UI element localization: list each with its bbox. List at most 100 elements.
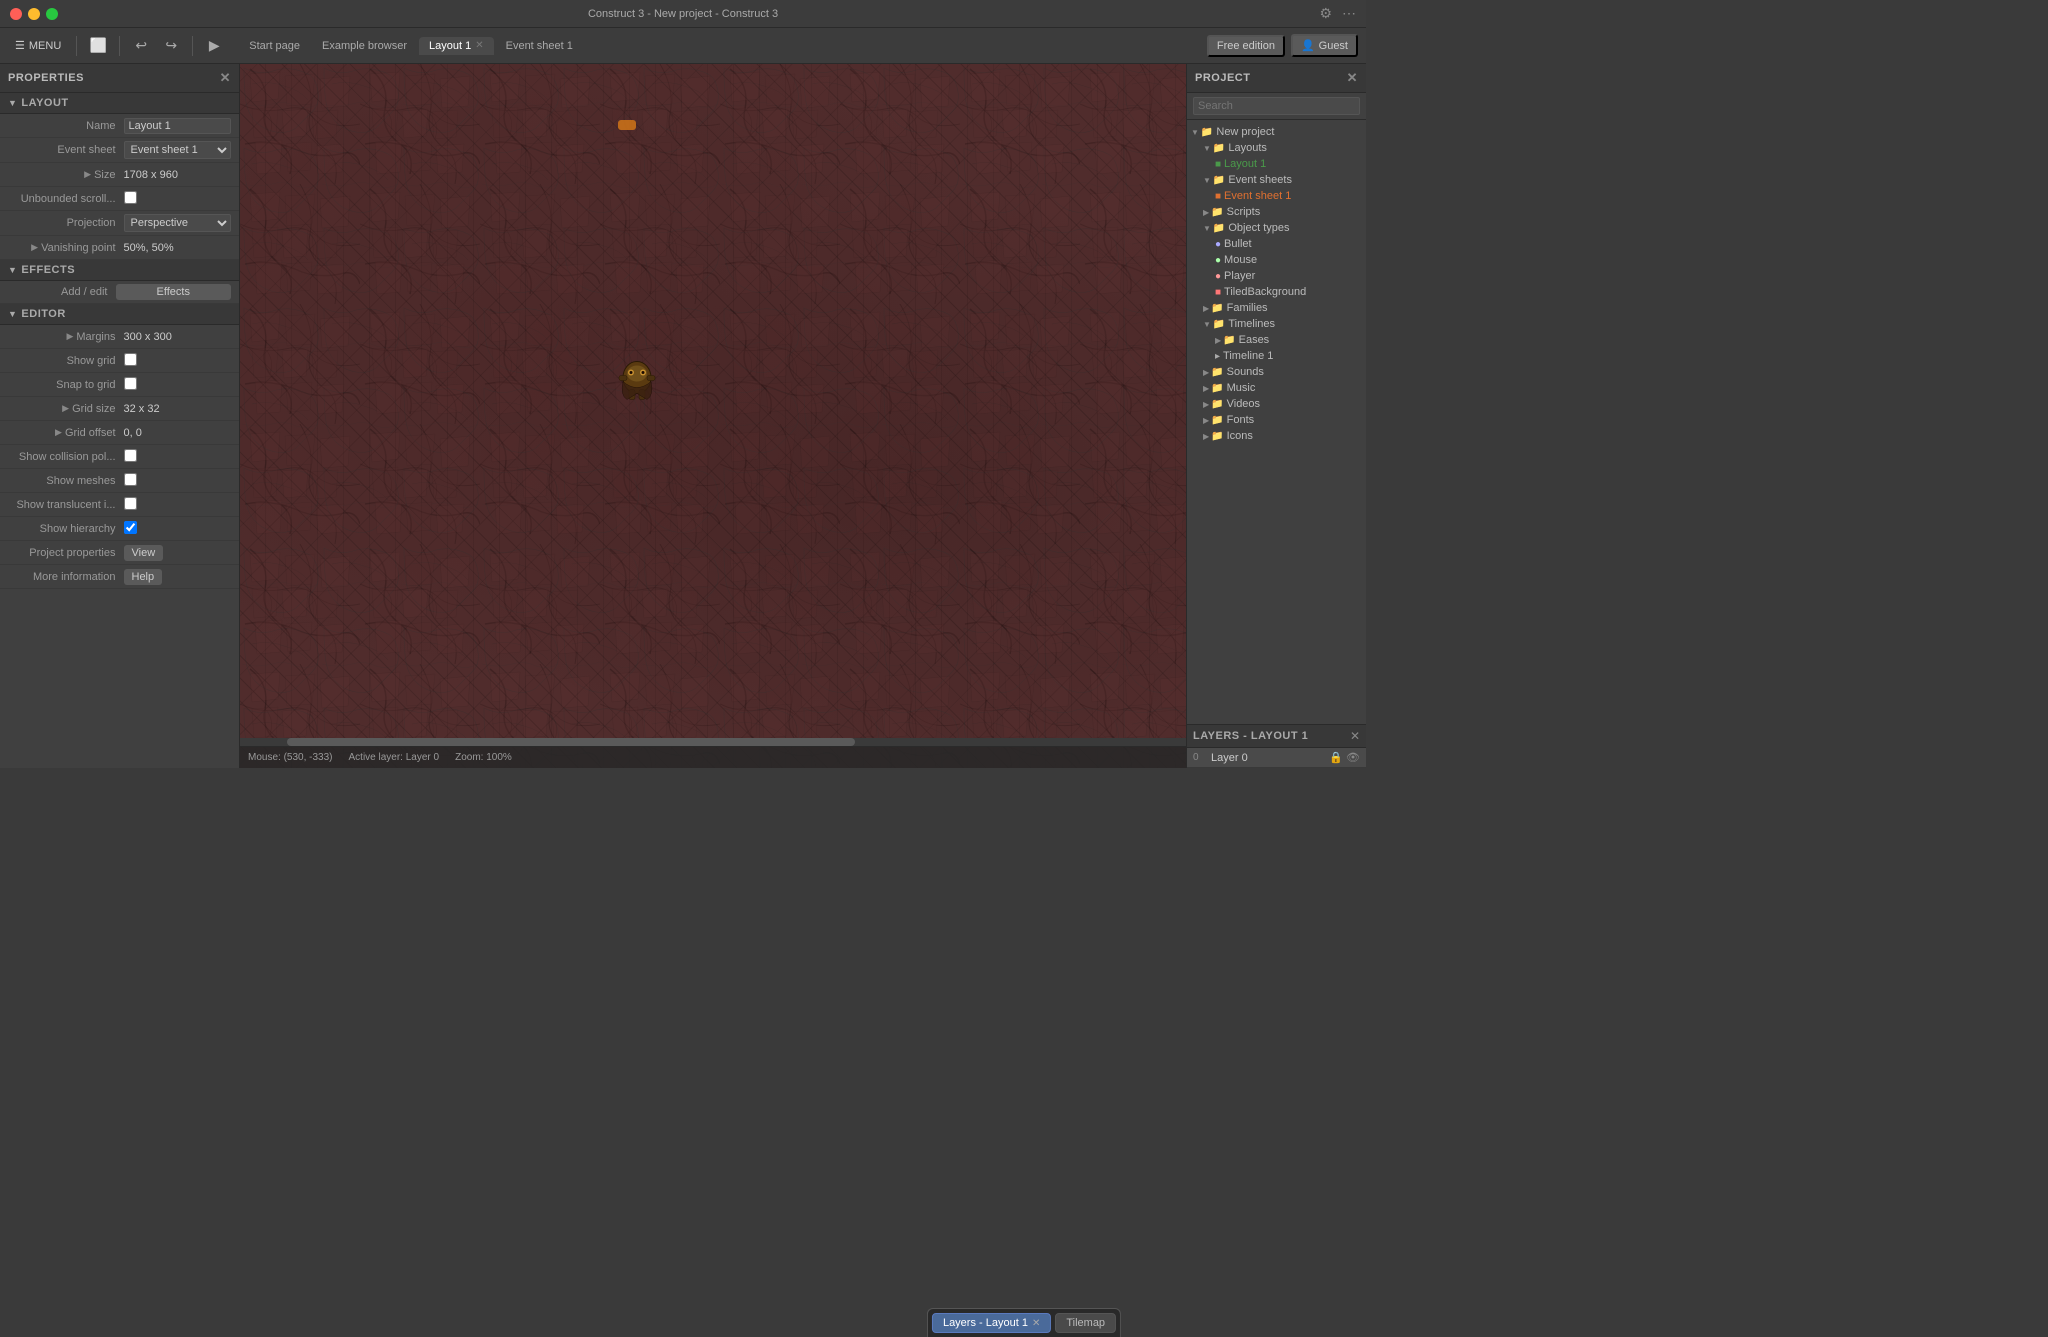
name-input[interactable] — [124, 118, 232, 134]
show-hierarchy-checkbox[interactable] — [124, 521, 137, 534]
toolbar-separator-3 — [192, 36, 193, 56]
layers-panel-close[interactable]: ✕ — [1350, 729, 1360, 743]
show-grid-checkbox[interactable] — [124, 353, 137, 366]
sprite-svg — [615, 355, 659, 403]
size-row: ▶ Size 1708 x 960 — [0, 163, 239, 187]
canvas-widget[interactable] — [618, 120, 636, 130]
layers-layout-tab[interactable]: Layers - Layout 1 ✕ — [932, 1313, 1051, 1333]
show-meshes-checkbox[interactable] — [124, 473, 137, 486]
margins-label: ▶ Margins — [8, 331, 124, 343]
expand-arrow-icon: ▶ — [1203, 368, 1209, 377]
tree-item-tiledbg[interactable]: ■ TiledBackground — [1187, 284, 1366, 300]
layer-visibility-icon[interactable]: 👁 — [1346, 751, 1360, 764]
tab-layout-1[interactable]: Layout 1 ✕ — [419, 37, 494, 55]
show-translucent-checkbox[interactable] — [124, 497, 137, 510]
layout-section-header[interactable]: ▼ LAYOUT — [0, 93, 239, 114]
tree-item-fonts[interactable]: ▶ 📁 Fonts — [1187, 412, 1366, 428]
projection-select[interactable]: Perspective — [124, 214, 232, 232]
vanishing-point-arrow-icon: ▶ — [31, 242, 38, 253]
tab-event-sheet-1[interactable]: Event sheet 1 — [496, 37, 583, 55]
event-sheet-select[interactable]: Event sheet 1 — [124, 141, 232, 159]
folder-icon: 📁 — [1211, 207, 1223, 218]
tree-item-bullet[interactable]: ● Bullet — [1187, 236, 1366, 252]
tree-item-event-sheets[interactable]: ▼ 📁 Event sheets — [1187, 172, 1366, 188]
free-edition-button[interactable]: Free edition — [1207, 35, 1285, 57]
help-button[interactable]: Help — [124, 569, 163, 585]
tree-item-scripts[interactable]: ▶ 📁 Scripts — [1187, 204, 1366, 220]
tree-item-event-sheet-1[interactable]: ■ Event sheet 1 — [1187, 188, 1366, 204]
folder-icon: 📁 — [1213, 175, 1225, 186]
tree-item-mouse[interactable]: ● Mouse — [1187, 252, 1366, 268]
crack-pattern — [240, 64, 1186, 768]
tree-item-icons[interactable]: ▶ 📁 Icons — [1187, 428, 1366, 444]
tree-item-timelines[interactable]: ▼ 📁 Timelines — [1187, 316, 1366, 332]
layer-row-0[interactable]: 0 Layer 0 🔒 👁 — [1187, 748, 1366, 768]
effects-add-row: Add / edit Effects — [0, 281, 239, 304]
layers-tab-close-icon[interactable]: ✕ — [1032, 1318, 1040, 1329]
tree-item-eases[interactable]: ▶ 📁 Eases — [1187, 332, 1366, 348]
grid-size-arrow-icon: ▶ — [62, 403, 69, 414]
canvas-content[interactable] — [240, 64, 1186, 768]
more-info-label: More information — [8, 571, 124, 583]
show-hierarchy-row: Show hierarchy — [0, 517, 239, 541]
tree-item-layout-1[interactable]: ■ Layout 1 — [1187, 156, 1366, 172]
play-button[interactable]: ▶ — [201, 33, 227, 59]
properties-panel-header: PROPERTIES ✕ — [0, 64, 239, 93]
show-meshes-value — [124, 473, 232, 489]
tree-item-families[interactable]: ▶ 📁 Families — [1187, 300, 1366, 316]
canvas-area[interactable]: Mouse: (530, -333) Active layer: Layer 0… — [240, 64, 1186, 768]
canvas-viewport[interactable] — [240, 64, 1186, 768]
show-grid-value — [124, 353, 232, 369]
effects-section-header[interactable]: ▼ EFFECTS — [0, 260, 239, 281]
undo-button[interactable]: ↩ — [128, 33, 154, 59]
projection-row: Projection Perspective — [0, 211, 239, 236]
settings-icon[interactable]: ⚙ — [1319, 5, 1332, 22]
tree-item-timeline-1[interactable]: ▸ Timeline 1 — [1187, 348, 1366, 364]
snap-to-grid-checkbox[interactable] — [124, 377, 137, 390]
show-collision-checkbox[interactable] — [124, 449, 137, 462]
more-options-icon[interactable]: ⋯ — [1342, 5, 1356, 22]
guest-button[interactable]: 👤 Guest — [1291, 34, 1358, 57]
tab-close-icon[interactable]: ✕ — [475, 40, 483, 51]
search-input[interactable] — [1193, 97, 1360, 115]
event-sheet-label: Event sheet — [8, 144, 124, 156]
scrollbar-thumb[interactable] — [287, 738, 855, 746]
horizontal-scrollbar[interactable] — [240, 738, 1186, 746]
tab-example-browser[interactable]: Example browser — [312, 37, 417, 55]
layers-panel-header: LAYERS - LAYOUT 1 ✕ — [1187, 725, 1366, 748]
folder-icon: 📁 — [1211, 415, 1223, 426]
player-icon: ● — [1215, 271, 1221, 282]
menu-button[interactable]: ☰ MENU — [8, 36, 68, 55]
tree-item-music[interactable]: ▶ 📁 Music — [1187, 380, 1366, 396]
tree-item-player[interactable]: ● Player — [1187, 268, 1366, 284]
folder-icon: 📁 — [1201, 127, 1213, 138]
maximize-traffic-btn[interactable] — [46, 8, 58, 20]
unbounded-scroll-checkbox[interactable] — [124, 191, 137, 204]
tree-item-object-types[interactable]: ▼ 📁 Object types — [1187, 220, 1366, 236]
timeline-icon: ▸ — [1215, 351, 1220, 362]
view-button[interactable]: View — [124, 545, 164, 561]
properties-panel-close[interactable]: ✕ — [220, 70, 231, 86]
project-panel-close[interactable]: ✕ — [1347, 70, 1358, 86]
editor-section-header[interactable]: ▼ EDITOR — [0, 304, 239, 325]
tree-item-new-project[interactable]: ▼ 📁 New project — [1187, 124, 1366, 140]
tilemap-tab[interactable]: Tilemap — [1055, 1313, 1116, 1333]
tree-item-videos[interactable]: ▶ 📁 Videos — [1187, 396, 1366, 412]
mouse-icon: ● — [1215, 255, 1221, 266]
tree-item-sounds[interactable]: ▶ 📁 Sounds — [1187, 364, 1366, 380]
effects-button[interactable]: Effects — [116, 284, 232, 300]
redo-button[interactable]: ↪ — [158, 33, 184, 59]
close-traffic-btn[interactable] — [10, 8, 22, 20]
expand-arrow-icon: ▶ — [1203, 208, 1209, 217]
event-sheet-row: Event sheet Event sheet 1 — [0, 138, 239, 163]
vanishing-point-label: ▶ Vanishing point — [8, 242, 124, 254]
name-value — [124, 118, 232, 134]
save-button[interactable]: ⬜ — [85, 33, 111, 59]
tab-start-page[interactable]: Start page — [239, 37, 310, 55]
tree-item-layouts[interactable]: ▼ 📁 Layouts — [1187, 140, 1366, 156]
grid-offset-arrow-icon: ▶ — [55, 427, 62, 438]
expand-arrow-icon: ▼ — [1203, 176, 1211, 185]
minimize-traffic-btn[interactable] — [28, 8, 40, 20]
player-sprite[interactable] — [615, 355, 659, 406]
layer-lock-icon[interactable]: 🔒 — [1329, 751, 1343, 764]
